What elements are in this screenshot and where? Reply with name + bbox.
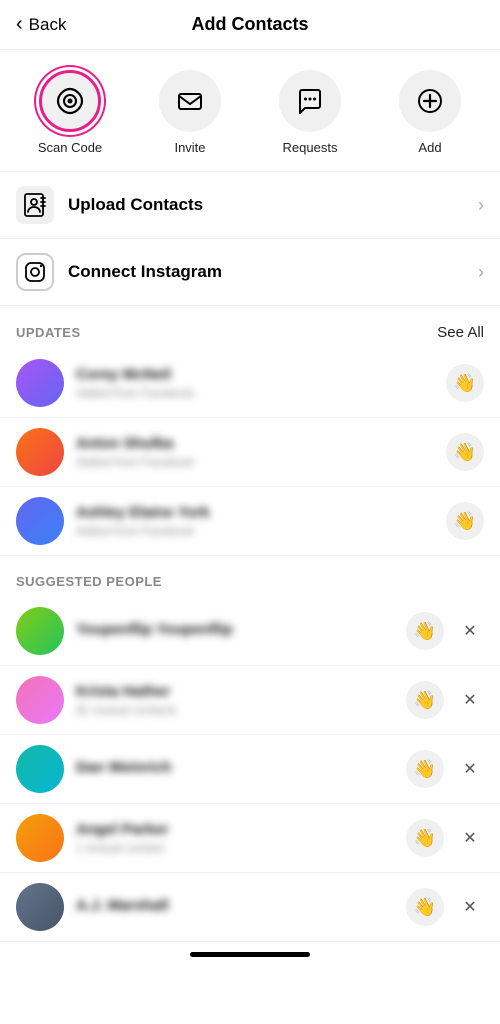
avatar xyxy=(16,745,64,793)
updates-list: Corey McNeil Added from Facebook 👋 Anton… xyxy=(0,349,500,556)
suggested-title: SUGGESTED PEOPLE xyxy=(16,574,162,589)
updates-title: UPDATES xyxy=(16,325,81,340)
avatar xyxy=(16,428,64,476)
person-sub: Added from Facebook xyxy=(76,524,434,538)
page-title: Add Contacts xyxy=(192,14,309,35)
wave-button[interactable]: 👋 xyxy=(446,433,484,471)
person-info: Krista Hather 81 mutual contacts xyxy=(76,683,394,717)
person-name: Anton Shulba xyxy=(76,435,434,452)
requests-circle xyxy=(279,70,341,132)
dismiss-button[interactable]: ✕ xyxy=(456,755,484,783)
avatar xyxy=(16,607,64,655)
requests-label: Requests xyxy=(283,140,338,155)
connect-instagram-label: Connect Instagram xyxy=(68,262,478,282)
avatar xyxy=(16,883,64,931)
person-name: Youpenflip Youpenflip xyxy=(76,621,394,638)
person-info: Ashley Elaine York Added from Facebook xyxy=(76,504,434,538)
wave-button[interactable]: 👋 xyxy=(406,750,444,788)
instagram-icon xyxy=(16,253,54,291)
avatar xyxy=(16,359,64,407)
home-bar xyxy=(190,952,310,957)
person-name: Angel Parker xyxy=(76,821,394,838)
upload-contacts-chevron-icon: › xyxy=(478,195,484,216)
wave-button[interactable]: 👋 xyxy=(446,364,484,402)
person-name: Corey McNeil xyxy=(76,366,434,383)
header: ‹ Back Add Contacts xyxy=(0,0,500,50)
table-row: Corey McNeil Added from Facebook 👋 xyxy=(0,349,500,418)
person-info: Anton Shulba Added from Facebook xyxy=(76,435,434,469)
dismiss-button[interactable]: ✕ xyxy=(456,686,484,714)
wave-button[interactable]: 👋 xyxy=(446,502,484,540)
action-invite[interactable]: Invite xyxy=(150,70,230,155)
table-row: Youpenflip Youpenflip 👋 ✕ xyxy=(0,597,500,666)
avatar xyxy=(16,497,64,545)
upload-contacts-icon xyxy=(16,186,54,224)
person-name: Ashley Elaine York xyxy=(76,504,434,521)
person-name: Dan Weinrich xyxy=(76,759,394,776)
person-name: Krista Hather xyxy=(76,683,394,700)
avatar xyxy=(16,676,64,724)
suggested-section-header: SUGGESTED PEOPLE xyxy=(0,556,500,597)
person-sub: Added from Facebook xyxy=(76,386,434,400)
dismiss-button[interactable]: ✕ xyxy=(456,824,484,852)
person-name: A.J. Marshall xyxy=(76,897,394,914)
connect-instagram-item[interactable]: Connect Instagram › xyxy=(0,239,500,306)
back-label: Back xyxy=(29,15,67,35)
back-chevron-icon: ‹ xyxy=(16,13,23,36)
wave-button[interactable]: 👋 xyxy=(406,888,444,926)
person-info: Dan Weinrich xyxy=(76,759,394,779)
table-row: Dan Weinrich 👋 ✕ xyxy=(0,735,500,804)
back-button[interactable]: ‹ Back xyxy=(16,13,66,36)
table-row: Ashley Elaine York Added from Facebook 👋 xyxy=(0,487,500,556)
wave-button[interactable]: 👋 xyxy=(406,819,444,857)
see-all-button[interactable]: See All xyxy=(437,324,484,341)
home-indicator xyxy=(0,942,500,963)
invite-circle xyxy=(159,70,221,132)
scan-code-icon xyxy=(54,85,86,117)
suggested-list: Youpenflip Youpenflip 👋 ✕ Krista Hather … xyxy=(0,597,500,942)
invite-icon xyxy=(175,86,205,116)
add-icon xyxy=(415,86,445,116)
wave-button[interactable]: 👋 xyxy=(406,681,444,719)
table-row: Krista Hather 81 mutual contacts 👋 ✕ xyxy=(0,666,500,735)
add-label: Add xyxy=(418,140,441,155)
person-sub: 81 mutual contacts xyxy=(76,703,394,717)
add-circle xyxy=(399,70,461,132)
table-row: A.J. Marshall 👋 ✕ xyxy=(0,873,500,942)
connect-instagram-chevron-icon: › xyxy=(478,262,484,283)
wave-button[interactable]: 👋 xyxy=(406,612,444,650)
table-row: Angel Parker 1 mutual contact 👋 ✕ xyxy=(0,804,500,873)
avatar xyxy=(16,814,64,862)
person-info: Youpenflip Youpenflip xyxy=(76,621,394,641)
upload-contacts-label: Upload Contacts xyxy=(68,195,478,215)
dismiss-button[interactable]: ✕ xyxy=(456,893,484,921)
upload-contacts-item[interactable]: Upload Contacts › xyxy=(0,172,500,239)
action-add[interactable]: Add xyxy=(390,70,470,155)
person-info: Angel Parker 1 mutual contact xyxy=(76,821,394,855)
table-row: Anton Shulba Added from Facebook 👋 xyxy=(0,418,500,487)
person-sub: Added from Facebook xyxy=(76,455,434,469)
scan-code-label: Scan Code xyxy=(38,140,102,155)
person-sub: 1 mutual contact xyxy=(76,841,394,855)
quick-actions-row: Scan Code Invite Requests xyxy=(0,50,500,172)
dismiss-button[interactable]: ✕ xyxy=(456,617,484,645)
requests-icon xyxy=(295,86,325,116)
updates-section-header: UPDATES See All xyxy=(0,306,500,349)
action-scan-code[interactable]: Scan Code xyxy=(30,70,110,155)
action-requests[interactable]: Requests xyxy=(270,70,350,155)
person-info: A.J. Marshall xyxy=(76,897,394,917)
scan-code-circle xyxy=(39,70,101,132)
invite-label: Invite xyxy=(174,140,205,155)
person-info: Corey McNeil Added from Facebook xyxy=(76,366,434,400)
